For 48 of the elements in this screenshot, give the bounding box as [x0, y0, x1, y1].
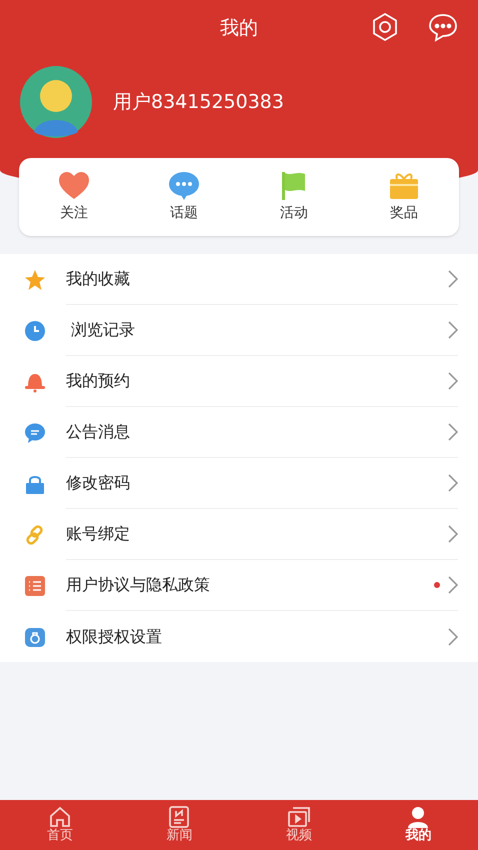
menu-label: 公告消息: [66, 421, 131, 443]
menu-label: 用户协议与隐私政策: [66, 574, 211, 596]
tab[interactable]: 我的: [358, 800, 478, 850]
chat-bubble-icon: [167, 170, 201, 200]
menu-label: 我的预约: [66, 370, 131, 392]
person-icon: [406, 806, 430, 828]
menu-item[interactable]: 账号绑定: [0, 509, 478, 560]
chevron-icon: [448, 576, 458, 594]
clock-icon: [24, 320, 46, 342]
chevron-icon: [448, 628, 458, 646]
list-icon: [24, 574, 46, 596]
chevron-icon: [448, 474, 458, 492]
chat-icon[interactable]: [428, 12, 458, 42]
avatar: [20, 66, 92, 138]
newspaper-icon: [167, 806, 192, 828]
chevron-icon: [448, 525, 458, 543]
menu-item[interactable]: 浏览记录: [0, 305, 478, 356]
menu-item[interactable]: 用户协议与隐私政策: [0, 560, 478, 611]
shortcut-button[interactable]: 活动: [239, 170, 349, 224]
menu-item[interactable]: 公告消息: [0, 407, 478, 458]
gift-icon: [387, 170, 421, 200]
star-icon: [24, 268, 46, 290]
menu-label: 权限授权设置: [66, 626, 163, 648]
tab[interactable]: 首页: [0, 800, 120, 850]
menu-item[interactable]: 我的预约: [0, 356, 478, 407]
menu-item[interactable]: 权限授权设置: [0, 611, 478, 662]
tab[interactable]: 视频: [239, 800, 358, 850]
speech-bubble-icon: [24, 422, 46, 444]
menu-item[interactable]: 修改密码: [0, 458, 478, 509]
shortcut-button[interactable]: 奖品: [349, 170, 459, 224]
video-icon: [286, 806, 311, 828]
menu-label: 我的收藏: [66, 268, 131, 290]
shortcut-button[interactable]: 关注: [19, 170, 129, 224]
menu-label: 修改密码: [66, 472, 131, 494]
menu-label: 浏览记录: [70, 319, 136, 341]
chevron-icon: [448, 423, 458, 441]
chevron-icon: [448, 270, 458, 288]
tab[interactable]: 新闻: [120, 800, 239, 850]
shortcut-button[interactable]: 话题: [129, 170, 239, 224]
heart-icon: [57, 170, 91, 200]
page-title: 我的: [220, 16, 258, 41]
chevron-icon: [448, 372, 458, 390]
home-icon: [48, 806, 72, 828]
chevron-icon: [448, 321, 458, 339]
settings-icon[interactable]: [370, 12, 400, 42]
menu-label: 账号绑定: [66, 523, 131, 545]
menu-item[interactable]: 我的收藏: [0, 254, 478, 305]
username: 用户83415250383: [113, 90, 284, 115]
